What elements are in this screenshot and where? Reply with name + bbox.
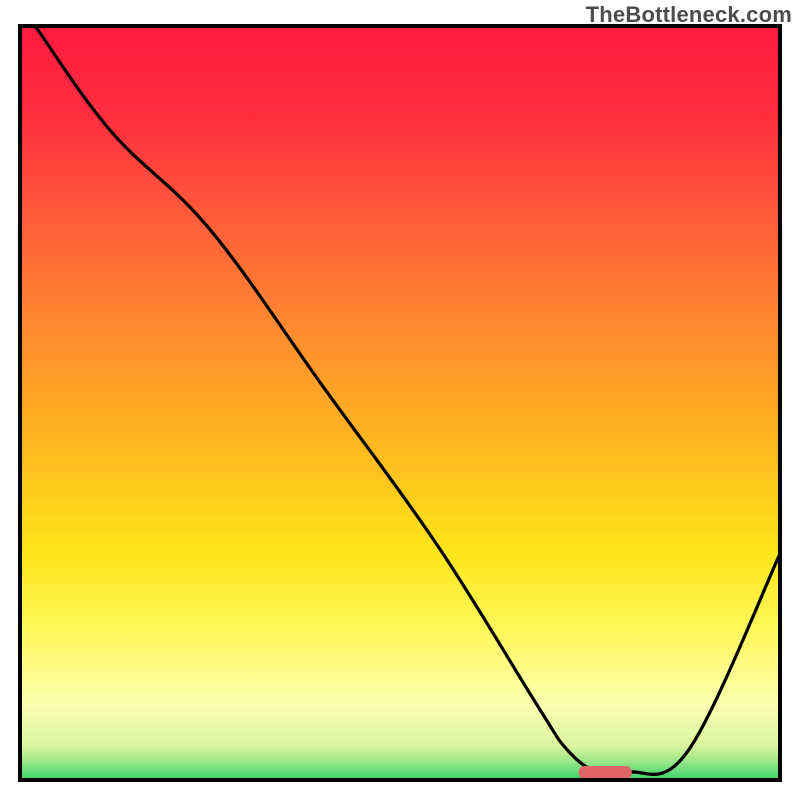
- bottleneck-chart: [0, 0, 800, 800]
- plot-background: [20, 26, 780, 780]
- optimal-marker: [579, 766, 632, 779]
- watermark-text: TheBottleneck.com: [586, 2, 792, 28]
- chart-frame: TheBottleneck.com: [0, 0, 800, 800]
